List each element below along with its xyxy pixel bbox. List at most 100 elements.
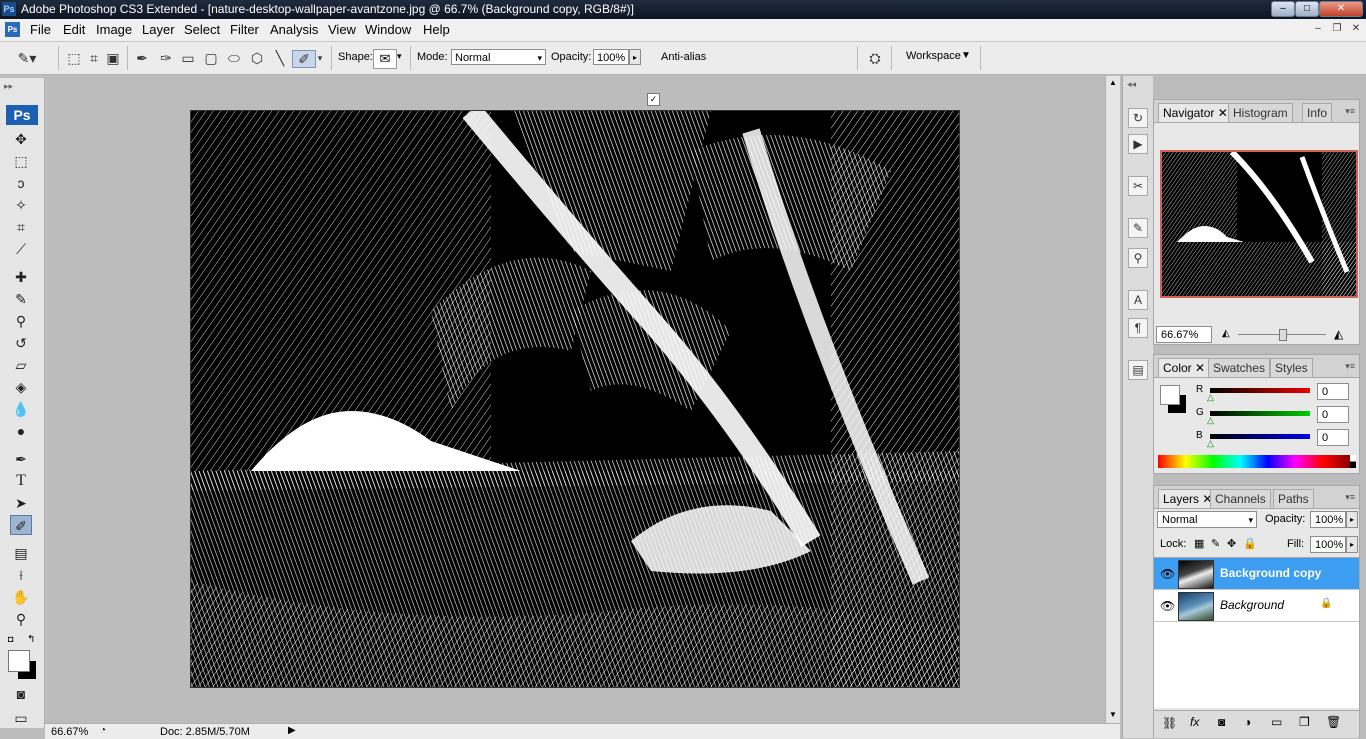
toolbox-collapse-icon[interactable]: ▸▸ (4, 81, 13, 92)
channel-g-input[interactable]: 0 (1317, 406, 1349, 423)
history-brush-tool-icon[interactable]: ↺ (10, 333, 32, 353)
marquee-tool-icon[interactable]: ⬚ (10, 151, 32, 171)
notes-tool-icon[interactable]: ▤ (10, 543, 32, 563)
zoom-out-icon[interactable]: ◭ (1222, 328, 1230, 339)
hand-tool-icon[interactable]: ✋ (10, 587, 32, 607)
channel-b-input[interactable]: 0 (1317, 429, 1349, 446)
magic-wand-tool-icon[interactable]: ✧ (10, 195, 32, 215)
blur-tool-icon[interactable]: 💧 (10, 399, 32, 419)
rounded-rectangle-icon[interactable]: ▢ (203, 50, 219, 66)
tab-styles[interactable]: Styles (1270, 358, 1313, 377)
clone-source-icon[interactable]: ⚲ (1128, 248, 1148, 268)
lock-image-icon[interactable]: ✎ (1211, 537, 1220, 550)
pen-icon[interactable]: ✒ (134, 50, 150, 66)
eyedropper-tool-icon[interactable]: ⟊ (10, 565, 32, 585)
dock-collapse-icon[interactable]: ◂◂ (1127, 79, 1136, 90)
move-tool-icon[interactable]: ✥ (10, 129, 32, 149)
layer-opacity-slider-button[interactable]: ▸ (1346, 511, 1358, 528)
tab-channels[interactable]: Channels (1210, 489, 1271, 508)
doc-minimize-button[interactable]: – (1311, 22, 1325, 35)
new-group-icon[interactable]: ▭ (1271, 715, 1282, 729)
freeform-pen-icon[interactable]: ✑ (158, 50, 174, 66)
eye-icon[interactable]: 👁 (1160, 567, 1175, 581)
tool-preset-picker[interactable]: ✎▾ (16, 50, 38, 66)
tab-navigator[interactable]: Navigator ✕ (1158, 103, 1233, 122)
scroll-up-icon[interactable]: ▲ (1109, 78, 1117, 87)
slice-tool-icon[interactable]: ⟋ (10, 239, 32, 259)
default-colors-icon[interactable]: ◘ (8, 634, 13, 644)
slider-thumb-icon[interactable]: △ (1207, 392, 1214, 403)
status-zoom[interactable]: 66.67% (51, 726, 88, 738)
actions-icon[interactable]: ▶ (1128, 134, 1148, 154)
navigator-zoom-input[interactable]: 66.67% (1156, 326, 1212, 343)
rectangle-icon[interactable]: ▭ (180, 50, 196, 66)
layer-style-icon[interactable]: fx (1190, 715, 1199, 729)
paths-icon[interactable]: ⌗ (86, 50, 102, 66)
menu-view[interactable]: View (328, 22, 356, 37)
menu-layer[interactable]: Layer (142, 22, 175, 37)
paint-bucket-tool-icon[interactable]: ◈ (10, 377, 32, 397)
tab-swatches[interactable]: Swatches (1208, 358, 1271, 377)
layer-opacity-input[interactable]: 100% (1310, 511, 1346, 528)
fill-slider-button[interactable]: ▸ (1346, 536, 1358, 553)
panel-menu-icon[interactable]: ▾≡ (1345, 361, 1355, 372)
maximize-button[interactable]: □ (1295, 1, 1319, 17)
navigator-zoom-slider[interactable] (1238, 329, 1326, 341)
fill-pixels-icon[interactable]: ▣ (105, 50, 121, 66)
eye-icon[interactable]: 👁 (1160, 599, 1175, 613)
opacity-slider-button[interactable]: ▸ (629, 49, 641, 65)
fill-input[interactable]: 100% (1310, 536, 1346, 553)
menu-select[interactable]: Select (184, 22, 220, 37)
link-layers-icon[interactable]: ⛓ (1162, 716, 1177, 730)
lock-transparency-icon[interactable]: ▦ (1194, 537, 1204, 550)
slider-thumb-icon[interactable]: △ (1207, 438, 1214, 449)
menu-image[interactable]: Image (96, 22, 132, 37)
history-icon[interactable]: ↻ (1128, 108, 1148, 128)
tool-options-icon[interactable]: ⛭ (864, 50, 886, 66)
antialias-checkbox[interactable]: ✓ (647, 93, 660, 106)
layer-row-background-copy[interactable]: 👁 Background copy (1154, 558, 1359, 590)
tab-color[interactable]: Color ✕ (1158, 358, 1211, 377)
lock-position-icon[interactable]: ✥ (1227, 537, 1236, 550)
vertical-scrollbar[interactable]: ▲ ▼ (1105, 76, 1120, 724)
menu-window[interactable]: Window (365, 22, 411, 37)
eraser-tool-icon[interactable]: ▱ (10, 355, 32, 375)
panel-menu-icon[interactable]: ▾≡ (1345, 492, 1355, 503)
document-icon[interactable]: Ps (5, 22, 20, 37)
tab-paths[interactable]: Paths (1273, 489, 1314, 508)
black-white-ramp[interactable] (1350, 455, 1356, 468)
chevron-down-icon[interactable]: ▾ (315, 50, 325, 66)
delete-layer-icon[interactable]: 🗑 (1326, 715, 1341, 729)
layer-name[interactable]: Background (1220, 598, 1284, 612)
tool-presets-icon[interactable]: ✂ (1128, 176, 1148, 196)
layer-comps-icon[interactable]: ▤ (1128, 360, 1148, 380)
channel-g-slider[interactable] (1210, 411, 1310, 416)
color-spectrum-bar[interactable] (1158, 455, 1350, 468)
foreground-color-swatch[interactable] (8, 650, 30, 672)
opacity-input[interactable]: 100% (593, 49, 629, 65)
close-button[interactable]: ✕ (1319, 1, 1363, 17)
menu-help[interactable]: Help (423, 22, 450, 37)
clone-stamp-tool-icon[interactable]: ⚲ (10, 311, 32, 331)
shape-envelope-icon[interactable]: ✉ (373, 49, 397, 69)
tab-info[interactable]: Info (1302, 103, 1333, 122)
channel-r-slider[interactable] (1210, 388, 1310, 393)
zoom-tool-icon[interactable]: ⚲ (10, 609, 32, 629)
mode-select[interactable]: Normal ▾ (451, 49, 546, 65)
brush-tool-icon[interactable]: ✎ (10, 289, 32, 309)
navigator-preview[interactable] (1160, 150, 1358, 298)
swap-colors-icon[interactable]: ↰ (27, 634, 35, 645)
tab-layers[interactable]: Layers ✕ (1158, 489, 1218, 508)
layer-row-background[interactable]: 👁 Background 🔒 (1154, 590, 1359, 622)
adjustment-layer-icon[interactable]: ◑ (1244, 715, 1251, 729)
lock-all-icon[interactable]: 🔒 (1243, 537, 1257, 550)
menu-file[interactable]: File (30, 22, 51, 37)
screen-mode-icon[interactable]: ▭ (10, 708, 32, 728)
text-tool-icon[interactable]: T (10, 471, 32, 491)
character-icon[interactable]: A (1128, 290, 1148, 310)
panel-menu-icon[interactable]: ▾≡ (1345, 106, 1355, 117)
status-info-icon[interactable]: ◔ (100, 725, 106, 736)
paragraph-icon[interactable]: ¶ (1128, 318, 1148, 338)
tab-histogram[interactable]: Histogram (1228, 103, 1293, 122)
minimize-button[interactable]: – (1271, 1, 1295, 17)
